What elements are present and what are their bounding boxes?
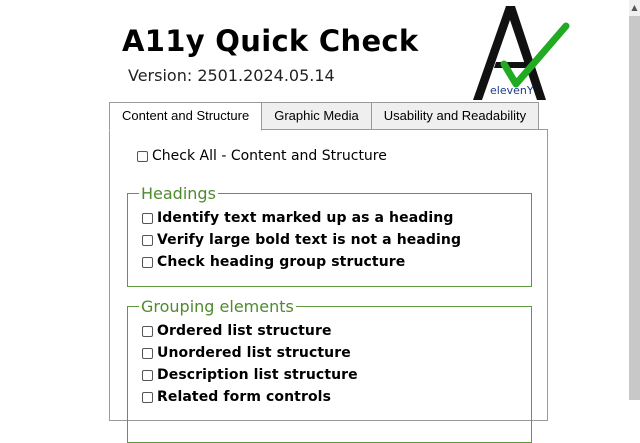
checklist-item[interactable]: Description list structure [142, 364, 531, 386]
logo: elevenY [470, 4, 570, 100]
tab-panel: Check All - Content and Structure Headin… [109, 129, 548, 443]
grouping-elements-legend: Grouping elements [141, 297, 294, 316]
checklist-item[interactable]: Identify text marked up as a heading [142, 207, 531, 229]
tab-graphic-media[interactable]: Graphic Media [261, 102, 372, 130]
checklist-item[interactable]: Verify large bold text is not a heading [142, 229, 531, 251]
item-checkbox[interactable] [142, 347, 153, 359]
item-label: Identify text marked up as a heading [157, 210, 454, 226]
page-title: A11y Quick Check [122, 24, 419, 58]
item-label: Verify large bold text is not a heading [157, 232, 462, 248]
item-label: Description list structure [157, 367, 358, 383]
item-checkbox[interactable] [142, 325, 153, 337]
version-text: Version: 2501.2024.05.14 [128, 66, 335, 85]
item-checkbox[interactable] [142, 234, 153, 246]
check-all-row[interactable]: Check All - Content and Structure [137, 148, 387, 164]
tab-bar: Content and Structure Graphic Media Usab… [109, 102, 540, 131]
scroll-up-icon[interactable]: ▲ [629, 0, 640, 16]
checklist-item[interactable]: Check heading group structure [142, 251, 531, 273]
checklist-item[interactable]: Unordered list structure [142, 342, 531, 364]
item-checkbox[interactable] [142, 391, 153, 403]
checklist-item[interactable]: Related form controls [142, 386, 531, 408]
item-label: Check heading group structure [157, 254, 406, 270]
check-all-checkbox[interactable] [137, 150, 148, 162]
headings-legend: Headings [141, 184, 216, 203]
headings-fieldset: Headings Identify text marked up as a he… [127, 184, 532, 287]
tab-content-structure[interactable]: Content and Structure [109, 102, 263, 131]
item-checkbox[interactable] [142, 212, 153, 224]
item-label: Related form controls [157, 389, 332, 405]
item-checkbox[interactable] [142, 369, 153, 381]
checklist-item[interactable]: Ordered list structure [142, 320, 531, 342]
grouping-elements-fieldset: Grouping elements Ordered list structure… [127, 297, 532, 443]
a11y-logo-icon: elevenY [473, 6, 570, 100]
check-all-label: Check All - Content and Structure [152, 148, 387, 164]
scrollbar[interactable]: ▲ [629, 0, 640, 400]
item-label: Unordered list structure [157, 345, 351, 361]
item-label: Ordered list structure [157, 323, 332, 339]
logo-text: elevenY [490, 84, 534, 97]
tab-usability-readability[interactable]: Usability and Readability [370, 102, 540, 130]
item-checkbox[interactable] [142, 256, 153, 268]
